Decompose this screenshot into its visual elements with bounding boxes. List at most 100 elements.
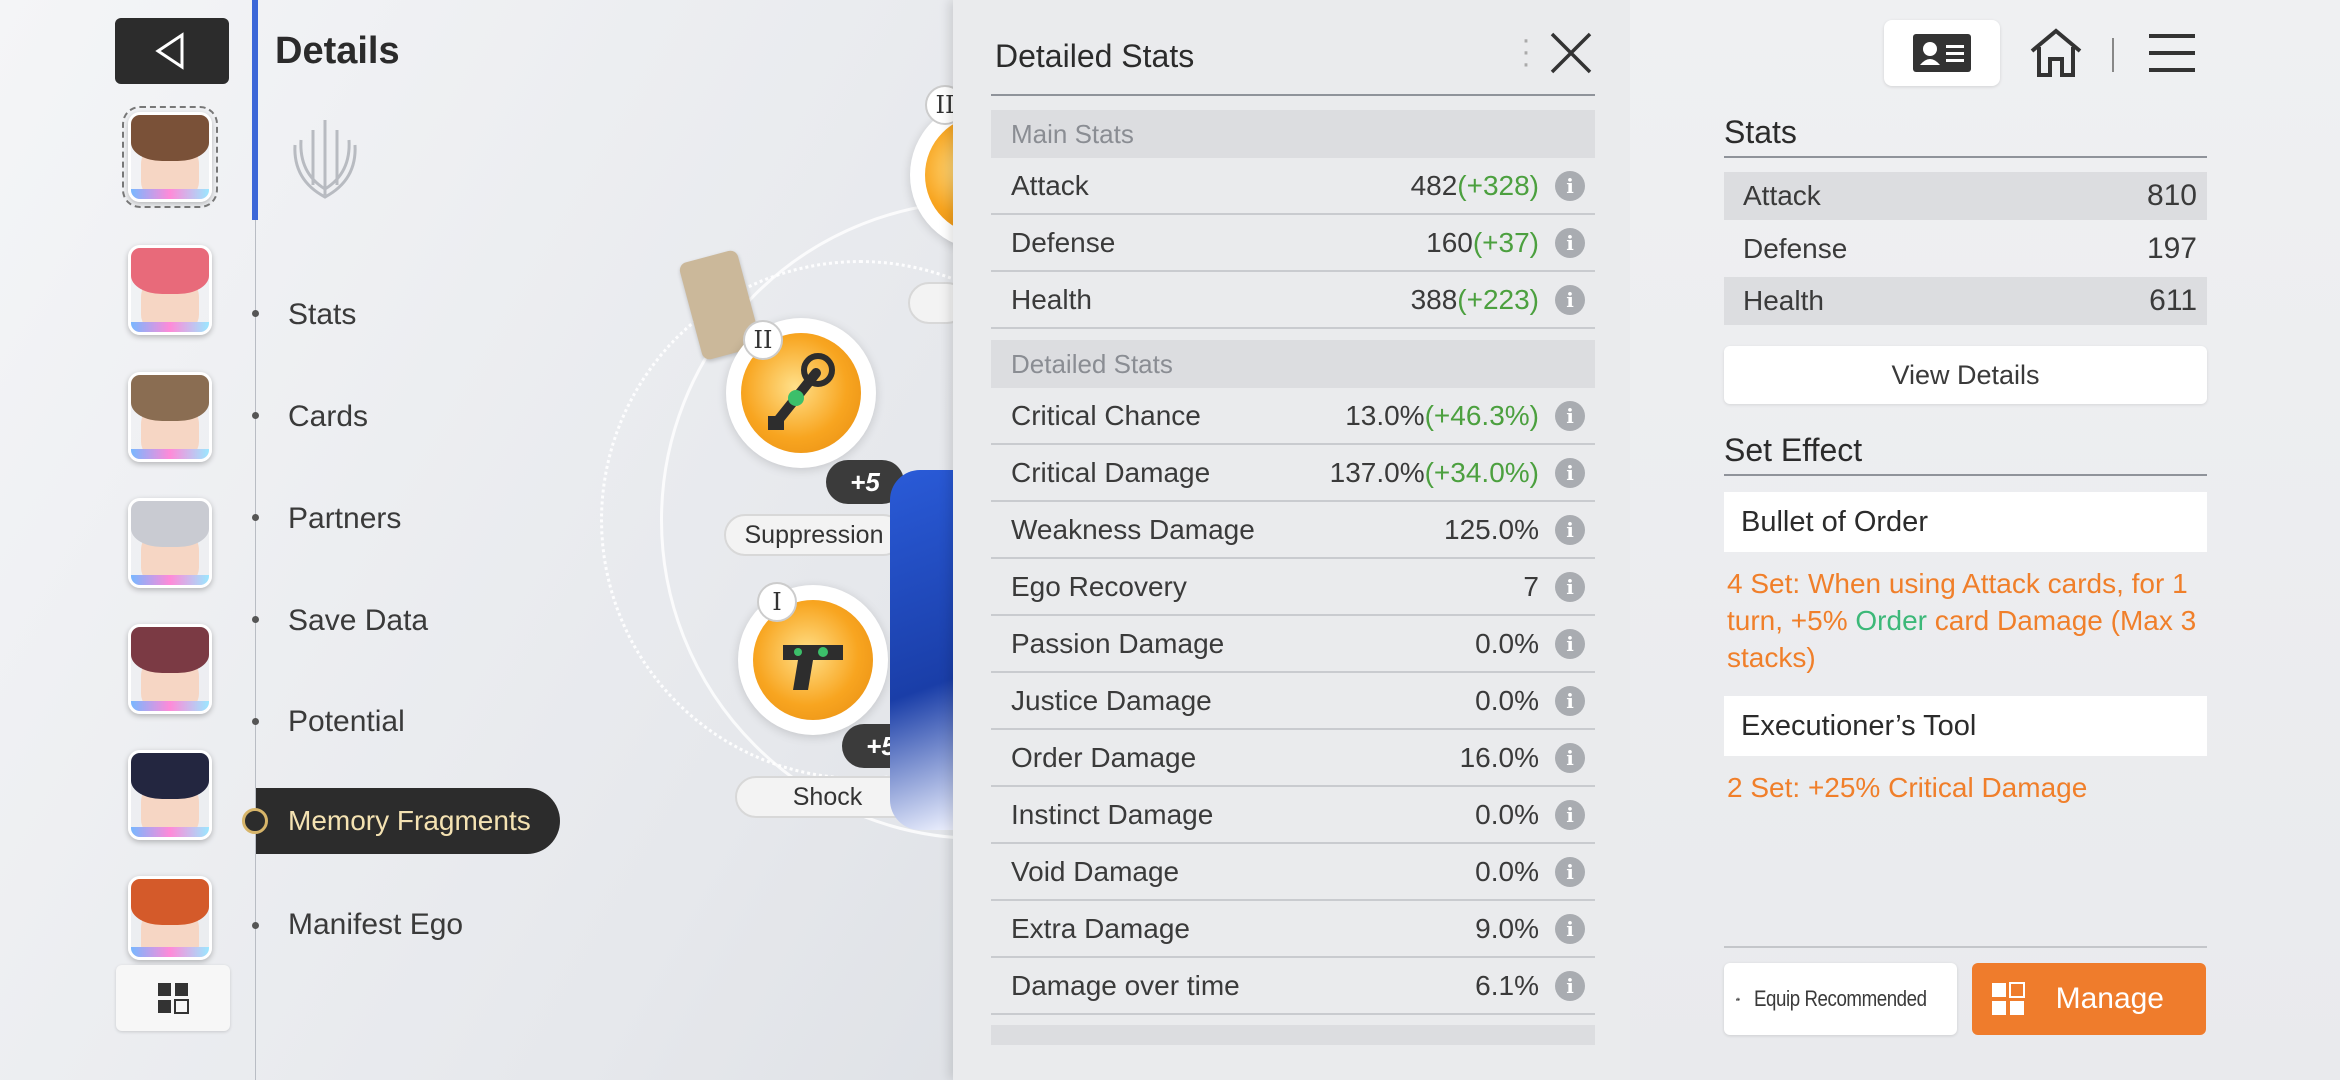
set-desc-keyword: Order — [1855, 605, 1927, 636]
divider — [1724, 946, 2207, 948]
info-icon[interactable]: i — [1555, 284, 1585, 315]
character-art — [890, 470, 960, 830]
close-icon — [1550, 32, 1592, 74]
stat-label: Defense — [1011, 226, 1116, 258]
stat-bonus: (+328) — [1457, 169, 1539, 201]
thumbs-up-icon — [1736, 997, 1740, 1001]
nav-partners[interactable]: Partners — [288, 502, 401, 536]
info-icon[interactable]: i — [1555, 400, 1585, 431]
next-section-header-cutoff — [991, 1025, 1595, 1045]
summary-value: 611 — [2149, 284, 2197, 317]
nav-potential[interactable]: Potential — [288, 705, 405, 739]
pistol-icon — [783, 645, 843, 690]
home-icon — [2030, 28, 2082, 77]
wrench-gun-icon — [768, 353, 835, 430]
manage-label: Manage — [2055, 982, 2164, 1015]
view-details-button[interactable]: View Details — [1724, 346, 2207, 404]
divider — [1724, 156, 2207, 158]
stat-value: 0.0% — [1475, 684, 1539, 716]
nav-rail — [255, 220, 256, 1080]
stat-row-justice-damage: Justice Damage 0.0% i — [991, 673, 1595, 730]
info-icon[interactable]: i — [1555, 457, 1585, 488]
close-button[interactable] — [1546, 28, 1596, 83]
set-name-bullet-of-order: Bullet of Order — [1724, 492, 2207, 552]
info-icon[interactable]: i — [1555, 970, 1585, 1001]
nav-save-data[interactable]: Save Data — [288, 604, 428, 638]
stat-value: 137.0% — [1329, 456, 1425, 488]
stat-row-extra-damage: Extra Damage 9.0% i — [991, 901, 1595, 958]
character-avatar-7[interactable] — [128, 876, 212, 960]
stat-label: Ego Recovery — [1011, 570, 1187, 602]
fragment-slot-2-roman: II — [743, 320, 783, 360]
back-arrow-icon — [155, 32, 184, 70]
summary-value: 197 — [2146, 232, 2197, 265]
profile-card-button[interactable] — [1884, 20, 2000, 86]
info-icon[interactable]: i — [1555, 742, 1585, 773]
stat-label: Critical Damage — [1011, 456, 1211, 488]
character-avatar-6[interactable] — [128, 750, 212, 840]
summary-value: 810 — [2146, 179, 2197, 212]
stat-bonus: (+46.3%) — [1424, 399, 1539, 431]
stat-value: 160 — [1426, 226, 1473, 258]
stat-label: Void Damage — [1011, 855, 1180, 887]
emblem-icon — [285, 115, 365, 215]
stat-bonus: (+223) — [1457, 283, 1539, 315]
stat-row-defense: Defense 160(+37) i — [991, 215, 1595, 272]
character-avatar-4[interactable] — [128, 498, 212, 588]
stat-row-void-damage: Void Damage 0.0% i — [991, 844, 1595, 901]
character-grid-button[interactable] — [116, 965, 230, 1031]
detailed-stats-header: Detailed Stats — [991, 340, 1595, 388]
summary-label: Defense — [1743, 233, 1848, 264]
info-icon[interactable]: i — [1555, 685, 1585, 716]
stat-row-critical-damage: Critical Damage 137.0%(+34.0%) i — [991, 445, 1595, 502]
info-icon[interactable]: i — [1555, 571, 1585, 602]
equip-recommended-button[interactable]: Equip Recommended — [1724, 963, 1957, 1035]
set-description-2: 2 Set: +25% Critical Damage — [1727, 772, 2088, 803]
stat-value: 6.1% — [1475, 969, 1539, 1001]
nav-dot — [252, 514, 259, 521]
info-icon[interactable]: i — [1555, 628, 1585, 659]
info-icon[interactable]: i — [1555, 227, 1585, 258]
info-icon[interactable]: i — [1555, 856, 1585, 887]
nav-stats[interactable]: Stats — [288, 298, 356, 332]
fragment-slot-1-roman: I — [757, 582, 797, 622]
stat-value: 9.0% — [1475, 912, 1539, 944]
character-avatar-2[interactable] — [128, 245, 212, 335]
character-avatar-5[interactable] — [128, 624, 212, 714]
stat-label: Weakness Damage — [1011, 513, 1255, 545]
back-button[interactable] — [115, 18, 229, 84]
manage-button[interactable]: Manage — [1972, 963, 2206, 1035]
nav-memory-fragments[interactable]: Memory Fragments — [256, 788, 560, 854]
stats-title: Stats — [1724, 114, 1797, 150]
stat-label: Critical Chance — [1011, 399, 1201, 431]
stat-label: Extra Damage — [1011, 912, 1190, 944]
nav-manifest-ego[interactable]: Manifest Ego — [288, 908, 463, 942]
id-card-icon — [1913, 34, 1971, 72]
manage-grid-icon — [1992, 982, 2025, 1015]
divider — [1724, 474, 2207, 476]
stat-label: Justice Damage — [1011, 684, 1212, 716]
info-icon[interactable]: i — [1555, 913, 1585, 944]
stat-value: 0.0% — [1475, 855, 1539, 887]
character-avatar-1[interactable] — [122, 106, 218, 208]
stat-row-attack: Attack 482(+328) i — [991, 158, 1595, 215]
stat-value: 0.0% — [1475, 627, 1539, 659]
grid-icon — [158, 983, 189, 1014]
fragment-slot-2-name: Suppression — [724, 514, 904, 556]
stat-label: Health — [1011, 283, 1092, 315]
info-icon[interactable]: i — [1555, 170, 1585, 201]
character-avatar-3[interactable] — [128, 372, 212, 462]
stat-value: 388 — [1410, 283, 1458, 315]
info-icon[interactable]: i — [1555, 799, 1585, 830]
detailed-stats-panel: Detailed Stats · · · Main Stats Attack 482… — [953, 0, 1630, 1080]
menu-button[interactable] — [2114, 20, 2230, 86]
home-button[interactable] — [1998, 20, 2114, 86]
summary-row-attack: Attack 810 — [1724, 172, 2207, 220]
info-icon[interactable]: i — [1555, 514, 1585, 545]
set-effect-title: Set Effect — [1724, 432, 1863, 468]
nav-cards[interactable]: Cards — [288, 400, 368, 434]
stat-row-instinct-damage: Instinct Damage 0.0% i — [991, 787, 1595, 844]
stat-row-critical-chance: Critical Chance 13.0%(+46.3%) i — [991, 388, 1595, 445]
stat-row-health: Health 388(+223) i — [991, 272, 1595, 329]
main-stats-header: Main Stats — [991, 110, 1595, 158]
